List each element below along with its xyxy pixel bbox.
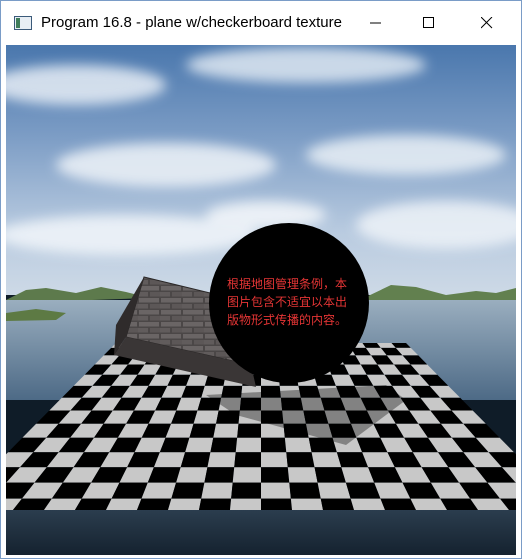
checker-tile bbox=[180, 452, 211, 468]
app-window-icon bbox=[14, 16, 32, 30]
checker-tile bbox=[317, 482, 351, 499]
render-viewport[interactable]: 根据地图管理条例，本 图片包含不适宜以本出 版物形式传播的内容。 bbox=[6, 45, 516, 555]
checker-tile bbox=[284, 437, 312, 453]
checker-tile bbox=[234, 452, 261, 468]
window-title: Program 16.8 - plane w/checkerboard text… bbox=[41, 14, 342, 31]
checker-tile bbox=[189, 423, 217, 438]
checker-tile bbox=[204, 467, 235, 483]
maximize-button[interactable] bbox=[406, 1, 452, 45]
app-window: Program 16.8 - plane w/checkerboard text… bbox=[0, 0, 522, 559]
checker-tile bbox=[171, 482, 205, 499]
minimize-icon bbox=[370, 22, 381, 24]
checker-tile bbox=[261, 452, 288, 468]
checker-tile bbox=[232, 467, 261, 483]
notice-text: 根据地图管理条例，本 图片包含不适宜以本出 版物形式传播的内容。 bbox=[227, 277, 348, 327]
checker-tile bbox=[235, 437, 261, 453]
title-bar[interactable]: Program 16.8 - plane w/checkerboard text… bbox=[1, 1, 521, 45]
checker-tile bbox=[287, 467, 318, 483]
bottom-band bbox=[6, 510, 516, 555]
minimize-button[interactable] bbox=[353, 1, 399, 45]
checker-tile bbox=[207, 452, 236, 468]
checker-tile bbox=[231, 482, 261, 499]
checker-tile bbox=[311, 452, 342, 468]
checker-tile bbox=[237, 423, 261, 438]
checker-tile bbox=[289, 482, 321, 499]
checker-tile bbox=[261, 437, 287, 453]
checker-tile bbox=[314, 467, 346, 483]
checker-tile bbox=[261, 482, 291, 499]
checker-tile bbox=[286, 452, 315, 468]
checker-tile bbox=[213, 423, 239, 438]
checker-tile bbox=[201, 482, 233, 499]
close-button[interactable] bbox=[464, 1, 510, 45]
checker-tile bbox=[261, 467, 290, 483]
checker-tile bbox=[185, 437, 214, 453]
checker-tile bbox=[193, 410, 219, 424]
close-icon bbox=[481, 17, 493, 29]
maximize-icon bbox=[423, 17, 434, 28]
checker-tile bbox=[176, 467, 208, 483]
checker-tile bbox=[210, 437, 238, 453]
